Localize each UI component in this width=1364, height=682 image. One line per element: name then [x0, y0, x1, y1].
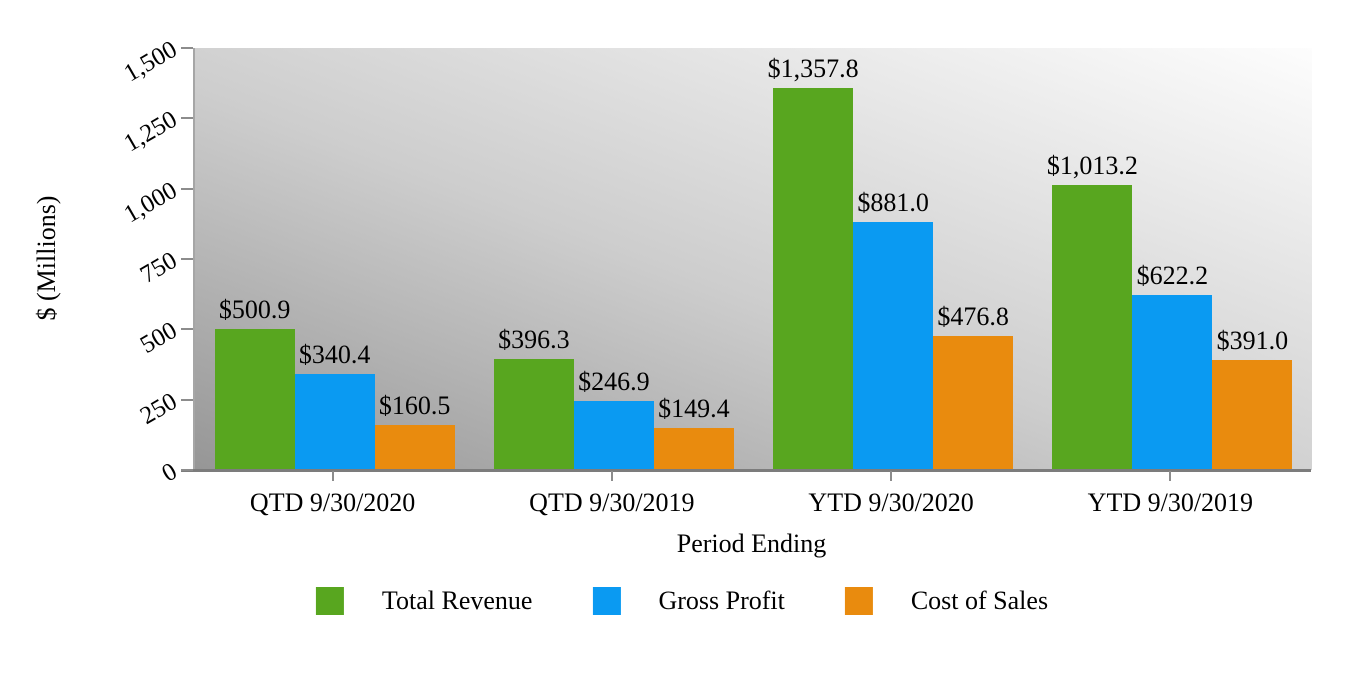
y-tick-mark [181, 117, 193, 119]
y-tick-label: 0 [65, 459, 181, 541]
x-tick-mark [611, 471, 613, 481]
bar-value-label: $246.9 [578, 368, 650, 396]
x-tick-mark [1169, 471, 1171, 481]
bar-column: $149.4 [654, 48, 734, 470]
x-category-label: YTD 9/30/2020 [752, 488, 1031, 518]
bar-group: $1,013.2$622.2$391.0 [1033, 48, 1312, 470]
bar-column: $391.0 [1212, 48, 1292, 470]
bar-value-label: $881.0 [857, 189, 929, 217]
bar-value-label: $391.0 [1217, 327, 1289, 355]
x-category-label: YTD 9/30/2019 [1031, 488, 1310, 518]
bar [1212, 360, 1292, 470]
bar [1132, 295, 1212, 470]
legend-item: Total Revenue [316, 586, 533, 616]
bar [654, 428, 734, 470]
bar [215, 329, 295, 470]
legend-swatch [316, 587, 344, 615]
bar-column: $160.5 [375, 48, 455, 470]
x-category-label: QTD 9/30/2019 [472, 488, 751, 518]
bar [574, 401, 654, 470]
y-tick-label: 750 [65, 248, 181, 330]
bar-column: $396.3 [494, 48, 574, 470]
bar-value-label: $340.4 [299, 341, 371, 369]
x-axis-line [181, 469, 1311, 472]
y-tick-label: 1,250 [65, 107, 181, 189]
legend-label: Cost of Sales [911, 586, 1048, 616]
legend-item: Cost of Sales [845, 586, 1048, 616]
legend-swatch [845, 587, 873, 615]
y-tick-label: 250 [65, 388, 181, 470]
bar-column: $1,357.8 [773, 48, 853, 470]
legend: Total Revenue Gross Profit Cost of Sales [316, 586, 1048, 616]
legend-label: Gross Profit [658, 586, 784, 616]
bar [1052, 185, 1132, 470]
bar [773, 88, 853, 470]
bar-value-label: $396.3 [498, 326, 570, 354]
y-tick-mark [181, 258, 193, 260]
bar-group: $396.3 $246.9 $149.4 [474, 48, 753, 470]
plot-area: $500.9 $340.4 $160.5 $396.3 $246.9 $149.4 $1,3… [193, 48, 1312, 470]
x-axis-title: Period Ending [193, 529, 1310, 559]
x-axis-category-labels: QTD 9/30/2020QTD 9/30/2019YTD 9/30/2020Y… [193, 488, 1310, 518]
bar-value-label: $1,357.8 [768, 55, 859, 83]
bar-column: $500.9 [215, 48, 295, 470]
bar-value-label: $476.8 [937, 303, 1009, 331]
y-tick-mark [181, 399, 193, 401]
bar-column: $881.0 [853, 48, 933, 470]
x-tick-mark [332, 471, 334, 481]
bar-column: $476.8 [933, 48, 1013, 470]
bar-column: $622.2 [1132, 48, 1212, 470]
bar [853, 222, 933, 470]
legend-swatch [592, 587, 620, 615]
y-tick-label: 1,500 [65, 37, 181, 119]
bar-value-label: $622.2 [1137, 262, 1209, 290]
bar-column: $1,013.2 [1052, 48, 1132, 470]
legend-label: Total Revenue [382, 586, 533, 616]
bar [295, 374, 375, 470]
bar-value-label: $160.5 [379, 392, 451, 420]
y-tick-label: 1,000 [65, 177, 181, 259]
y-tick-mark [181, 469, 193, 471]
y-axis-title: $ (Millions) [32, 196, 62, 321]
y-tick-mark [181, 47, 193, 49]
bar-value-label: $149.4 [658, 395, 730, 423]
bar-group: $500.9 $340.4 $160.5 [195, 48, 474, 470]
bar-value-label: $1,013.2 [1047, 152, 1138, 180]
x-tick-mark [890, 471, 892, 481]
bar [494, 359, 574, 470]
y-tick-mark [181, 188, 193, 190]
bar-group: $1,357.8$881.0$476.8 [754, 48, 1033, 470]
bar [933, 336, 1013, 470]
x-category-label: QTD 9/30/2020 [193, 488, 472, 518]
bar [375, 425, 455, 470]
bar-column: $340.4 [295, 48, 375, 470]
legend-item: Gross Profit [592, 586, 784, 616]
bar-chart: $ (Millions) $500.9 $340.4 $160.5 $396.3 $24… [0, 0, 1364, 682]
y-tick-mark [181, 328, 193, 330]
bars-layer: $500.9 $340.4 $160.5 $396.3 $246.9 $149.4 $1,3… [195, 48, 1312, 470]
bar-value-label: $500.9 [219, 296, 291, 324]
y-tick-label: 500 [65, 318, 181, 400]
bar-column: $246.9 [574, 48, 654, 470]
